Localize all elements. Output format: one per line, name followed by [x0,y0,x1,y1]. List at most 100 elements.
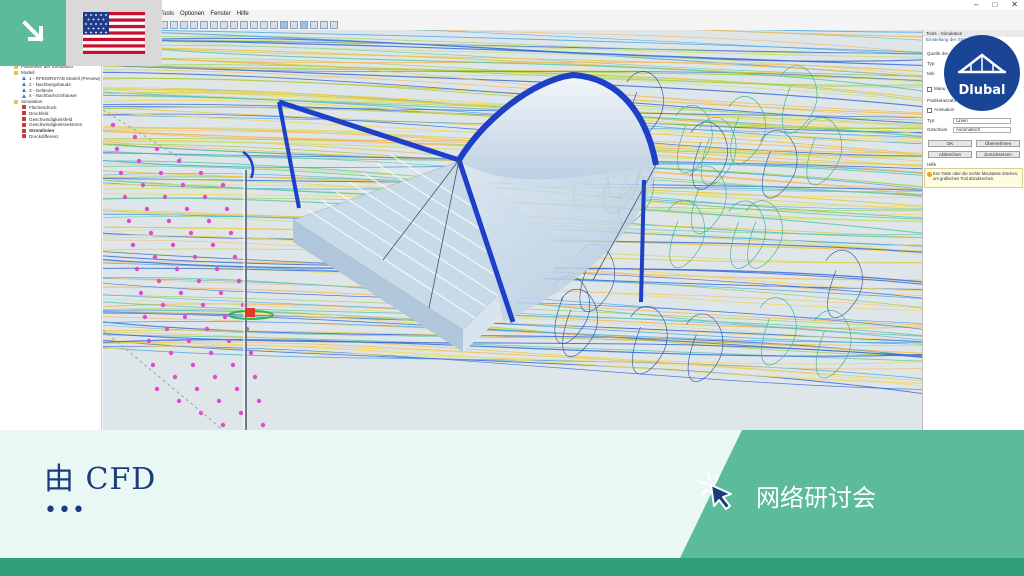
line-type-select[interactable]: Linien [953,118,1011,124]
cancel-button[interactable]: Abbrechen [928,151,972,158]
vortex-streamline [560,288,598,357]
arrow-down-right-icon [22,20,44,42]
toolbar-button[interactable] [290,20,298,29]
seed-point [134,266,140,272]
seed-point [158,170,164,176]
logo-wordmark: Dlubal [958,83,1006,98]
banner-ellipsis: ••• [44,498,86,523]
corner-arrow-tile[interactable] [0,0,66,66]
seed-point [252,374,258,380]
seed-point [192,254,198,260]
window-controls: – □ ✕ [974,0,1018,10]
menu-options[interactable]: Optionen [180,10,204,19]
seed-point [222,314,228,320]
seed-point [114,146,120,152]
seed-point [186,338,192,344]
banner-headline: 由 CFD [44,462,157,497]
seed-point [196,278,202,284]
nav-tree-label: Flächendruck [29,104,57,110]
ok-button[interactable]: OK [928,140,972,147]
toolbar-button[interactable] [270,20,278,29]
streamline [103,329,922,347]
seed-point [216,398,222,404]
seed-point [118,170,124,176]
toolbar-button[interactable] [170,20,178,29]
seed-point [154,386,160,392]
toolbar-button[interactable] [200,20,208,29]
seed-point [132,134,138,140]
reset-button[interactable]: Zurücksetzen [976,151,1020,158]
toolbar-button[interactable] [310,20,318,29]
menu-bar: Tools Optionen Fenster Hilfe [160,10,249,19]
apply-button[interactable]: Übernehmen [976,140,1020,147]
seed-point [182,314,188,320]
toolbar-button[interactable] [230,20,238,29]
toolbar-button[interactable] [220,20,228,29]
menu-window[interactable]: Fenster [210,10,230,19]
nav-tree-label: Druckfeld [29,110,49,116]
seed-point [110,122,116,128]
menu-help[interactable]: Hilfe [237,10,249,19]
seed-point [172,374,178,380]
nav-tree-label: Druckdifferenz [29,133,59,139]
seed-point [238,410,244,416]
maximize-button[interactable]: □ [992,0,997,10]
seed-point [202,194,208,200]
minimize-button[interactable]: – [974,0,978,10]
seed-point [260,422,266,428]
seed-point [220,422,226,428]
nav-tree-item[interactable]: Druckdifferenz [14,134,101,140]
toolbar-button[interactable] [190,20,198,29]
toolbar-button[interactable] [250,20,258,29]
model-icon [22,93,26,98]
toolbar-button-active[interactable] [300,20,308,29]
seed-point [166,218,172,224]
seed-point [140,182,146,188]
toolbar-button[interactable] [180,20,188,29]
seed-point [138,290,144,296]
warning-icon [927,172,932,177]
toolbar-button[interactable] [240,20,248,29]
seed-point [228,230,234,236]
seed-point [136,158,142,164]
source-label: Quelle der [927,51,949,56]
model-icon [22,88,26,93]
speed-select[interactable]: Automatisch [953,127,1011,133]
toolbar-button[interactable] [210,20,218,29]
streamline [692,30,922,38]
toolbar-button-active[interactable] [280,20,288,29]
result-icon [22,111,26,116]
seed-point [204,326,210,332]
vortex-streamline [728,200,766,269]
line-type-label: Typ [927,118,935,123]
toolbar-button[interactable] [330,20,338,29]
seed-point [176,158,182,164]
animation-checkbox[interactable] [927,108,932,113]
seed-point [236,278,242,284]
result-icon [22,122,26,127]
seed-point [208,350,214,356]
nav-tree-label: Geschwindigkeitsvektoren [29,122,83,128]
seed-point [220,182,226,188]
seed-point [224,206,230,212]
menu-tools[interactable]: Tools [160,10,174,19]
seed-point [206,218,212,224]
close-button[interactable]: ✕ [1011,0,1018,10]
seed-point [152,254,158,260]
cfd-viewport[interactable] [103,30,922,430]
seed-point [130,242,136,248]
help-text: Esc-Taste oder die rechte Maustaste drüc… [933,171,1019,181]
manual-checkbox[interactable] [927,87,932,92]
toolbar-button[interactable] [260,20,268,29]
animation-label: Animation [934,107,955,112]
seed-point [146,338,152,344]
result-icon [22,134,26,139]
seed-point [170,242,176,248]
language-flag-tile[interactable] [66,0,162,66]
seed-point [232,254,238,260]
simulation-domain-outline [103,109,224,430]
seed-point [230,362,236,368]
toolbar-button[interactable] [320,20,328,29]
result-icon [22,105,26,110]
seed-point [156,278,162,284]
